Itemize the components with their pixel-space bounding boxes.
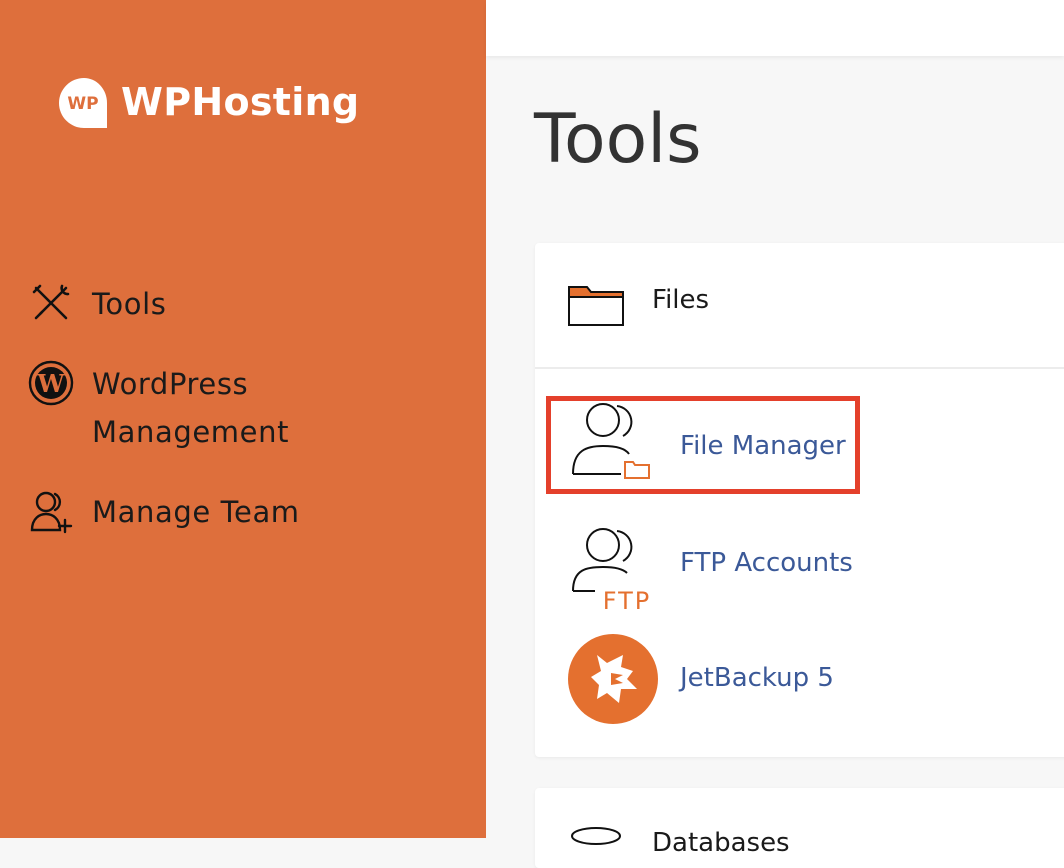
page-title: Tools [534,100,702,179]
top-bar [486,0,1064,56]
logo-mark-text: WP [67,94,98,114]
jetbackup-icon [568,634,658,724]
wordpress-icon: W [28,360,74,406]
databases-section: Databases [535,788,1064,868]
tool-label[interactable]: JetBackup 5 [680,663,834,693]
sidebar-item-label: Manage Team [92,495,300,529]
ftp-accounts-icon: FTP [572,528,652,615]
files-section-header[interactable]: Files [535,243,1064,369]
tool-label[interactable]: FTP Accounts [680,548,853,578]
svg-text:W: W [37,369,66,398]
add-user-icon [30,491,73,534]
databases-section-title: Databases [652,828,790,858]
files-section: Files File Manager FTP FTP Accounts JetB… [535,243,1064,757]
sidebar-item-manage-team[interactable]: Manage Team [28,488,342,536]
sidebar-item-tools[interactable]: Tools [28,280,342,328]
ftp-icon-text: FTP [603,587,652,615]
sidebar: WP WPHosting Tools W WordPress Managemen… [0,0,486,838]
files-section-title: Files [652,285,710,315]
sidebar-item-label: Tools [92,287,167,321]
ftp-accounts-tool[interactable]: FTP FTP Accounts [535,523,1064,623]
tools-icon [32,284,70,320]
jetbackup-tool[interactable]: JetBackup 5 [535,633,1064,733]
sidebar-item-label: WordPress Management [92,367,290,449]
folder-icon [568,286,624,326]
file-manager-highlight [546,396,860,494]
wphosting-logo-icon: WP [58,78,107,128]
sidebar-item-wordpress-management[interactable]: W WordPress Management [28,360,342,456]
brand-name: WPHosting [121,80,360,124]
database-icon [571,827,621,845]
logo[interactable]: WP WPHosting [57,76,359,128]
